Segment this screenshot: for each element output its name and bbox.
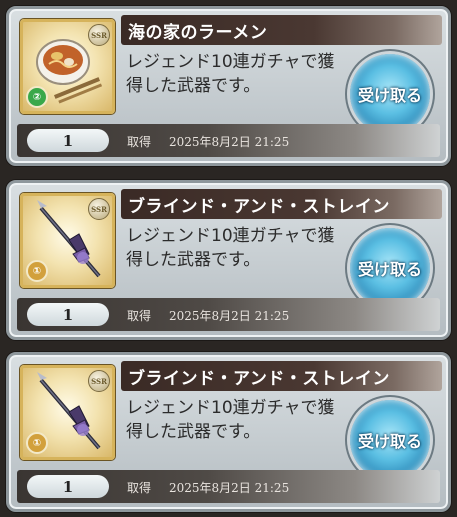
gift-item-card: SSR ① ブラインド・アンド・ストレイン レジェンド10連ガチャで獲得した武器… xyxy=(6,180,451,340)
gift-item-card: SSR ① ブラインド・アンド・ストレイン レジェンド10連ガチャで獲得した武器… xyxy=(6,352,451,512)
item-title-bar: 海の家のラーメン xyxy=(121,15,442,45)
item-thumbnail: SSR ② xyxy=(20,19,115,114)
acquired-date: 2025年8月2日 21:25 xyxy=(169,309,290,323)
claim-button[interactable]: 受け取る xyxy=(350,54,430,134)
item-name: 海の家のラーメン xyxy=(128,23,268,43)
element-badge: ① xyxy=(26,260,48,282)
acquisition-info-bar: 1 取得 2025年8月2日 21:25 xyxy=(17,124,440,157)
acquired-date: 2025年8月2日 21:25 xyxy=(169,481,290,495)
rarity-badge: SSR xyxy=(88,198,110,220)
item-description: レジェンド10連ガチャで獲得した武器です。 xyxy=(126,226,335,270)
item-quantity: 1 xyxy=(27,475,109,498)
acquisition-info-bar: 1 取得 2025年8月2日 21:25 xyxy=(17,298,440,331)
acquired-label: 取得 xyxy=(127,135,152,149)
claim-button[interactable]: 受け取る xyxy=(350,400,430,480)
rarity-badge: SSR xyxy=(88,24,110,46)
item-title-bar: ブラインド・アンド・ストレイン xyxy=(121,189,442,219)
acquired-label: 取得 xyxy=(127,309,152,323)
item-title-bar: ブラインド・アンド・ストレイン xyxy=(121,361,442,391)
item-quantity: 1 xyxy=(27,303,109,326)
gift-item-card: SSR ② 海の家のラーメン レジェンド10連ガチャで獲得した武器です。 受け取… xyxy=(6,6,451,166)
item-name: ブラインド・アンド・ストレイン xyxy=(128,197,390,217)
item-name: ブラインド・アンド・ストレイン xyxy=(128,369,390,389)
item-description: レジェンド10連ガチャで獲得した武器です。 xyxy=(126,398,335,442)
item-quantity: 1 xyxy=(27,129,109,152)
item-description: レジェンド10連ガチャで獲得した武器です。 xyxy=(126,52,335,96)
item-thumbnail: SSR ① xyxy=(20,193,115,288)
acquired-date: 2025年8月2日 21:25 xyxy=(169,135,290,149)
element-badge: ② xyxy=(26,86,48,108)
acquisition-info-bar: 1 取得 2025年8月2日 21:25 xyxy=(17,470,440,503)
rarity-badge: SSR xyxy=(88,370,110,392)
claim-button[interactable]: 受け取る xyxy=(350,228,430,308)
element-badge: ① xyxy=(26,432,48,454)
acquired-label: 取得 xyxy=(127,481,152,495)
item-thumbnail: SSR ① xyxy=(20,365,115,460)
